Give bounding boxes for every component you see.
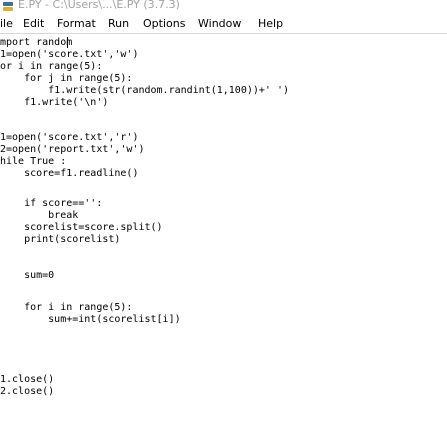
code-line: 2=open('report.txt','w') — [0, 144, 145, 155]
code-line: if score=='': — [0, 198, 103, 209]
code-editor[interactable]: mport random 1=open('score.txt','w') or … — [0, 34, 447, 433]
code-line: 1=open('score.txt','r') — [0, 132, 139, 143]
code-line: f1.write('\n') — [0, 97, 109, 108]
code-line: break — [0, 210, 79, 221]
code-line: 1.close() — [0, 374, 55, 385]
code-line: or i in range(5): — [0, 61, 103, 72]
code-line: f1.write(str(random.randint(1,100))+' ') — [0, 85, 289, 96]
code-line: score=f1.readline() — [0, 168, 139, 179]
code-line: sum+=int(scorelist[i]) — [0, 314, 181, 325]
menu-format[interactable]: Format — [57, 17, 96, 31]
menu-options[interactable]: Options — [143, 17, 185, 31]
code-line: 1=open('score.txt','w') — [0, 49, 139, 60]
code-line: 2.close() — [0, 386, 55, 397]
menu-window[interactable]: Window — [198, 17, 241, 31]
menu-bar: ile Edit Format Run Options Window Help — [0, 14, 447, 34]
window-title: E.PY - C:\Users\...\E.PY (3.7.3) — [18, 0, 180, 11]
menu-file[interactable]: ile — [0, 17, 13, 31]
title-bar: E.PY - C:\Users\...\E.PY (3.7.3) — [0, 0, 447, 14]
code-line: mport random — [0, 37, 73, 48]
code-line: for i in range(5): — [0, 302, 133, 313]
menu-help[interactable]: Help — [258, 17, 283, 31]
text-cursor — [67, 37, 68, 48]
menu-run[interactable]: Run — [108, 17, 129, 31]
code-line: hile True : — [0, 156, 67, 167]
menu-edit[interactable]: Edit — [23, 17, 44, 31]
python-file-icon — [3, 2, 13, 11]
code-line: scorelist=score.split() — [0, 222, 163, 233]
code-line: print(scorelist) — [0, 234, 121, 245]
code-line: for j in range(5): — [0, 73, 133, 84]
code-line: sum=0 — [0, 270, 55, 281]
